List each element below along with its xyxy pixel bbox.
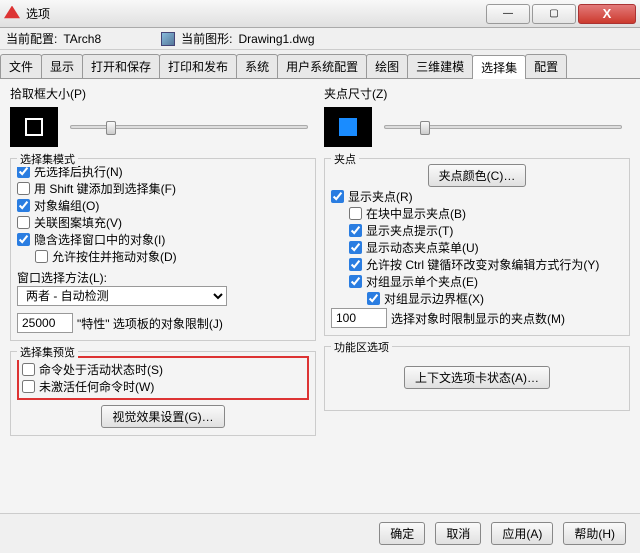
cmd-active-label: 命令处于活动状态时(S) [39, 361, 163, 378]
grip-preview [324, 107, 372, 147]
selection-preview-group: 选择集预览 命令处于活动状态时(S) 未激活任何命令时(W) 视觉效果设置(G)… [10, 351, 316, 436]
selection-mode-legend: 选择集模式 [17, 151, 78, 167]
no-cmd-label: 未激活任何命令时(W) [39, 378, 154, 395]
profile-value: TArch8 [63, 32, 101, 46]
profile-label: 当前配置: [6, 30, 57, 47]
tab-draft[interactable]: 绘图 [366, 54, 408, 78]
implied-window-checkbox[interactable] [17, 233, 30, 246]
grip-tips-checkbox[interactable] [349, 224, 362, 237]
property-limit-input[interactable] [17, 313, 73, 333]
press-drag-label: 允许按住并拖动对象(D) [52, 248, 177, 265]
dyn-grip-menu-label: 显示动态夹点菜单(U) [366, 239, 479, 256]
no-cmd-checkbox[interactable] [22, 380, 35, 393]
drawing-icon [161, 32, 175, 46]
tab-3d[interactable]: 三维建模 [407, 54, 473, 78]
ctrl-cycle-label: 允许按 Ctrl 键循环改变对象编辑方式行为(Y) [366, 256, 599, 273]
pickbox-preview [10, 107, 58, 147]
cmd-active-checkbox[interactable] [22, 363, 35, 376]
apply-button[interactable]: 应用(A) [491, 522, 553, 545]
shift-add-label: 用 Shift 键添加到选择集(F) [34, 180, 176, 197]
ribbon-legend: 功能区选项 [331, 339, 392, 355]
tab-open-save[interactable]: 打开和保存 [82, 54, 160, 78]
ok-button[interactable]: 确定 [379, 522, 425, 545]
dyn-grip-menu-checkbox[interactable] [349, 241, 362, 254]
autocad-icon [4, 6, 20, 22]
grip-in-block-checkbox[interactable] [349, 207, 362, 220]
tab-file[interactable]: 文件 [0, 54, 42, 78]
pickbox-slider[interactable] [70, 125, 308, 129]
tab-plot[interactable]: 打印和发布 [159, 54, 237, 78]
cancel-button[interactable]: 取消 [435, 522, 481, 545]
tab-profiles[interactable]: 配置 [525, 54, 567, 78]
ribbon-group: 功能区选项 上下文选项卡状态(A)… [324, 346, 630, 411]
context-tab-button[interactable]: 上下文选项卡状态(A)… [404, 366, 550, 389]
window-method-select[interactable]: 两者 - 自动检测 [17, 286, 227, 306]
grip-slider[interactable] [384, 125, 622, 129]
window-title: 选项 [26, 5, 486, 22]
object-group-checkbox[interactable] [17, 199, 30, 212]
drawing-label: 当前图形: [181, 30, 232, 47]
group-bbox-label: 对组显示边界框(X) [384, 290, 484, 307]
visual-effect-button[interactable]: 视觉效果设置(G)… [101, 405, 224, 428]
assoc-hatch-label: 关联图案填充(V) [34, 214, 122, 231]
object-group-label: 对象编组(O) [34, 197, 99, 214]
tab-display[interactable]: 显示 [41, 54, 83, 78]
drawing-value: Drawing1.dwg [238, 32, 314, 46]
window-method-label: 窗口选择方法(L): [17, 269, 309, 286]
show-grip-label: 显示夹点(R) [348, 188, 413, 205]
assoc-hatch-checkbox[interactable] [17, 216, 30, 229]
titlebar: 选项 — ▢ X [0, 0, 640, 28]
grip-group: 夹点 夹点颜色(C)… 显示夹点(R) 在块中显示夹点(B) 显示夹点提示(T)… [324, 158, 630, 336]
shift-add-checkbox[interactable] [17, 182, 30, 195]
property-limit-label: "特性" 选项板的对象限制(J) [77, 315, 223, 332]
grip-limit-input[interactable] [331, 308, 387, 328]
press-drag-checkbox[interactable] [35, 250, 48, 263]
tab-system[interactable]: 系统 [236, 54, 278, 78]
tab-strip: 文件 显示 打开和保存 打印和发布 系统 用户系统配置 绘图 三维建模 选择集 … [0, 50, 640, 79]
ctrl-cycle-checkbox[interactable] [349, 258, 362, 271]
close-button[interactable]: X [578, 4, 636, 24]
grip-limit-label: 选择对象时限制显示的夹点数(M) [391, 310, 565, 327]
grip-size-label: 夹点尺寸(Z) [324, 85, 630, 102]
dialog-footer: 确定 取消 应用(A) 帮助(H) [0, 513, 640, 553]
show-grip-checkbox[interactable] [331, 190, 344, 203]
highlight-box: 命令处于活动状态时(S) 未激活任何命令时(W) [17, 356, 309, 400]
group-single-grip-checkbox[interactable] [349, 275, 362, 288]
pickbox-size-label: 拾取框大小(P) [10, 85, 316, 102]
selection-mode-group: 选择集模式 先选择后执行(N) 用 Shift 键添加到选择集(F) 对象编组(… [10, 158, 316, 341]
grip-in-block-label: 在块中显示夹点(B) [366, 205, 466, 222]
grip-legend: 夹点 [331, 151, 359, 167]
tab-user-pref[interactable]: 用户系统配置 [277, 54, 367, 78]
selection-preview-legend: 选择集预览 [17, 344, 78, 360]
info-bar: 当前配置: TArch8 当前图形: Drawing1.dwg [0, 28, 640, 50]
implied-window-label: 隐含选择窗口中的对象(I) [34, 231, 165, 248]
group-single-grip-label: 对组显示单个夹点(E) [366, 273, 478, 290]
grip-color-button[interactable]: 夹点颜色(C)… [428, 164, 527, 187]
maximize-button[interactable]: ▢ [532, 4, 576, 24]
group-bbox-checkbox[interactable] [367, 292, 380, 305]
help-button[interactable]: 帮助(H) [563, 522, 626, 545]
grip-tips-label: 显示夹点提示(T) [366, 222, 453, 239]
tab-selection[interactable]: 选择集 [472, 55, 526, 79]
minimize-button[interactable]: — [486, 4, 530, 24]
